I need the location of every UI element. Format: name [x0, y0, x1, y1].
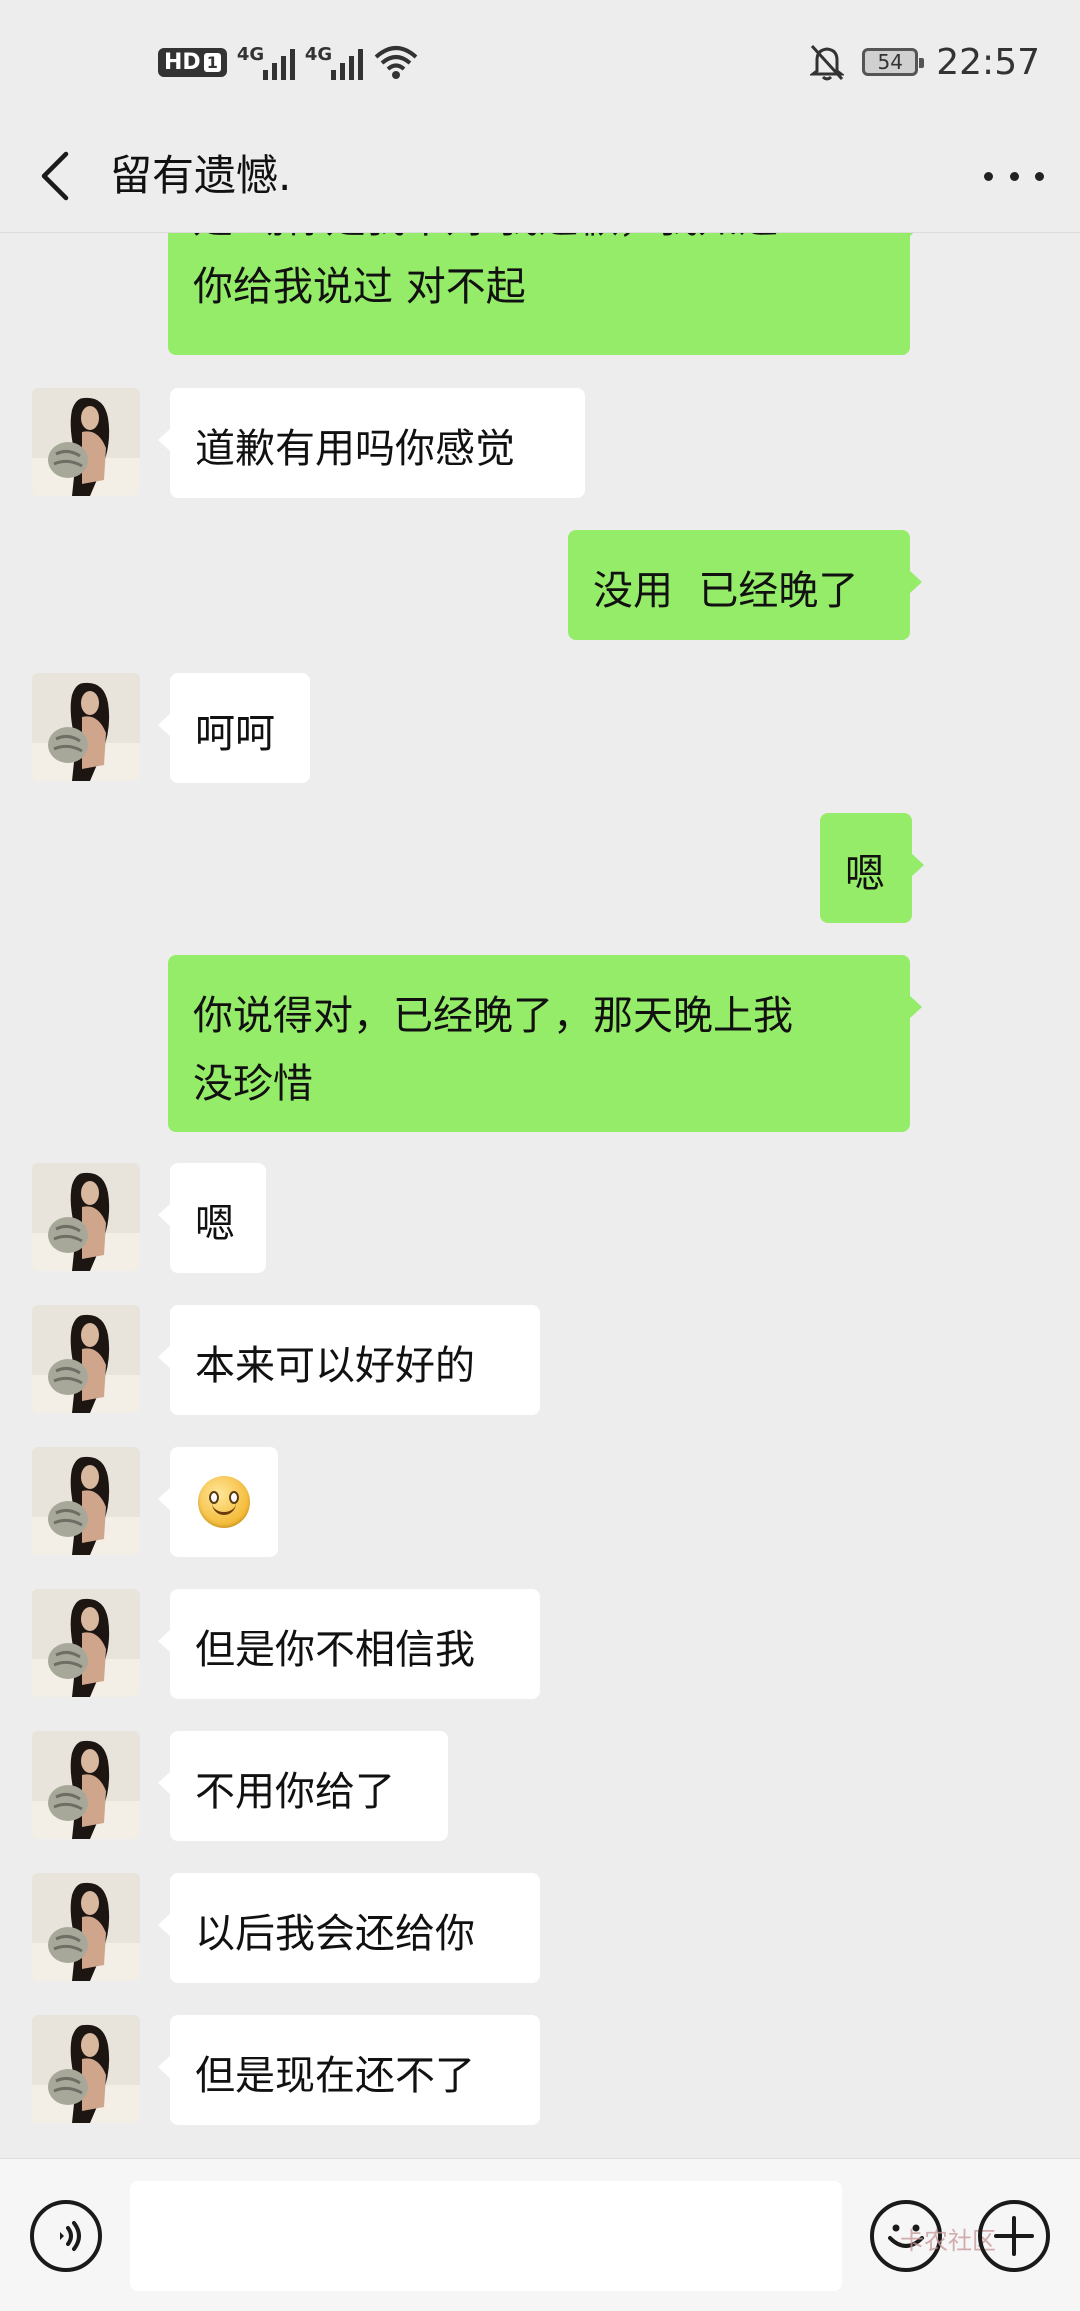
hd-label: HD	[164, 49, 201, 75]
chat-title: 留有遗憾.	[110, 151, 292, 200]
incoming-message-bubble[interactable]: 嗯	[158, 1163, 266, 1273]
incoming-message-bubble[interactable]: 但是现在还不了	[158, 2015, 540, 2125]
hd-sub: 1	[203, 52, 221, 72]
contact-avatar[interactable]	[32, 1305, 140, 1413]
chat-header: 留有遗憾.	[0, 120, 1080, 233]
contact-avatar[interactable]	[32, 673, 140, 781]
incoming-message-bubble[interactable]: 但是你不相信我	[158, 1589, 540, 1699]
status-bar: HD 1 4G 4G 54 22:57	[0, 0, 1080, 120]
input-bar: 卡农社区	[0, 2158, 1080, 2311]
battery-icon: 54	[862, 48, 925, 76]
outgoing-message-bubble[interactable]: 没用 已经晚了	[568, 530, 922, 640]
outgoing-message-bubble[interactable]: 嗯	[820, 813, 924, 923]
contact-avatar[interactable]	[32, 1731, 140, 1839]
more-dots-icon[interactable]	[984, 156, 1044, 196]
incoming-message-bubble[interactable]: 以后我会还给你	[158, 1873, 540, 1983]
contact-avatar[interactable]	[32, 1873, 140, 1981]
contact-avatar[interactable]	[32, 2015, 140, 2123]
message-list[interactable]: 是 踢你是我不对 我道歉，我知道 你给我说过 对不起 道歉有用吗你感觉 没用 已…	[0, 233, 1080, 2158]
bell-muted-icon	[810, 44, 845, 81]
outgoing-message-bubble[interactable]: 是 踢你是我不对 我道歉，我知道 你给我说过 对不起	[168, 233, 922, 355]
contact-avatar[interactable]	[32, 1447, 140, 1555]
signal-icon: 4G	[237, 44, 295, 80]
battery-level: 54	[877, 50, 903, 74]
smile-emoji-icon	[198, 1476, 250, 1528]
contact-avatar[interactable]	[32, 388, 140, 496]
clock: 22:57	[936, 41, 1040, 83]
incoming-message-bubble[interactable]: 不用你给了	[158, 1731, 448, 1841]
status-left: HD 1 4G 4G	[158, 38, 419, 86]
message-input[interactable]	[130, 2181, 842, 2291]
contact-avatar[interactable]	[32, 1163, 140, 1271]
network-type-2: 4G	[304, 44, 333, 65]
status-right: 54 22:57	[810, 36, 1040, 88]
voice-icon[interactable]	[30, 2200, 102, 2272]
incoming-message-bubble[interactable]: 呵呵	[158, 673, 310, 783]
contact-avatar[interactable]	[32, 1589, 140, 1697]
outgoing-message-bubble[interactable]: 你说得对，已经晚了，那天晚上我 没珍惜	[168, 955, 922, 1132]
incoming-message-bubble[interactable]: 道歉有用吗你感觉	[158, 388, 585, 498]
wifi-icon	[374, 46, 418, 79]
back-arrow-icon[interactable]	[36, 144, 84, 208]
incoming-message-bubble[interactable]: 本来可以好好的	[158, 1305, 540, 1415]
hd-icon: HD 1	[158, 47, 227, 77]
network-type-1: 4G	[236, 44, 265, 65]
incoming-message-bubble[interactable]	[158, 1447, 278, 1557]
plus-icon[interactable]	[978, 2200, 1050, 2272]
signal-icon-2: 4G	[305, 44, 363, 80]
